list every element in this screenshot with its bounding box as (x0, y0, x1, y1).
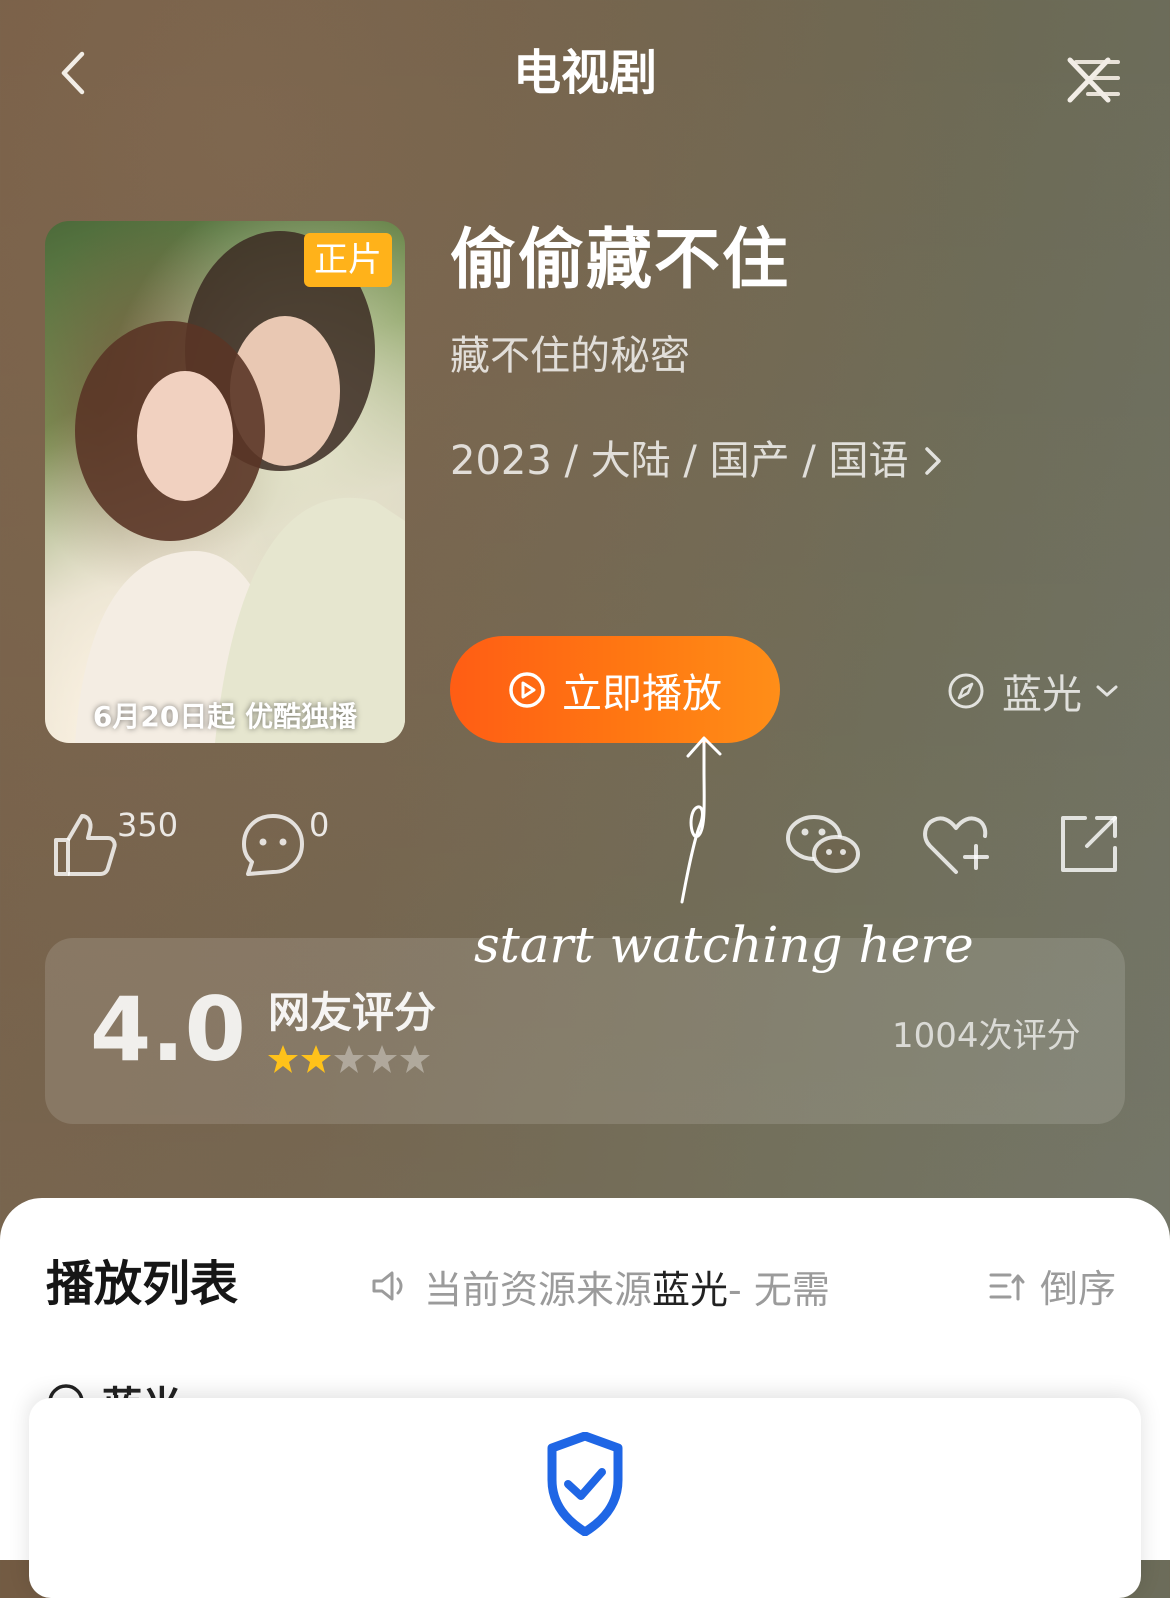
notice-source: 蓝光 (652, 1267, 729, 1312)
rating-score: 4.0 (90, 978, 246, 1081)
show-meta-text: 2023 / 大陆 / 国产 / 国语 (450, 438, 909, 484)
quality-label: 蓝光 (1002, 672, 1082, 718)
comment-icon[interactable] (240, 812, 306, 878)
poster-image[interactable]: 正片 6月20日起 优酷独播 (45, 221, 405, 743)
sort-label: 倒序 (1040, 1267, 1117, 1311)
sort-icon (989, 1273, 1025, 1300)
star-empty-icon (367, 1045, 397, 1073)
star-filled-icon (268, 1045, 298, 1073)
star-filled-icon (301, 1045, 331, 1073)
show-subtitle: 藏不住的秘密 (450, 333, 690, 379)
sort-button[interactable]: 倒序 (988, 1258, 1116, 1313)
close-icon[interactable] (1062, 52, 1124, 106)
star-empty-icon (400, 1045, 430, 1073)
notice-fade (860, 1258, 910, 1314)
rating-count: 1004次评分 (892, 1016, 1081, 1056)
play-now-button[interactable]: 立即播放 (450, 636, 780, 743)
favorite-add-icon[interactable] (922, 812, 992, 878)
show-meta-link[interactable]: 2023 / 大陆 / 国产 / 国语 (450, 435, 945, 487)
comment-count: 0 (309, 806, 330, 844)
chevron-right-icon (924, 447, 941, 475)
play-circle-icon (509, 671, 545, 708)
star-empty-icon (334, 1045, 364, 1073)
chevron-down-icon (1096, 685, 1118, 697)
compass-icon (948, 673, 984, 709)
quality-selector[interactable]: 蓝光 (946, 662, 1120, 720)
shield-check-icon (546, 1431, 624, 1537)
play-now-label: 立即播放 (562, 670, 722, 717)
thumbs-up-icon[interactable] (50, 810, 120, 880)
hand-drawn-arrow-icon (660, 730, 750, 910)
speaker-icon (372, 1271, 403, 1301)
poster-badge: 正片 (304, 233, 392, 287)
page-title: 电视剧 (512, 45, 657, 101)
rating-stars (267, 1043, 432, 1075)
like-count: 350 (117, 806, 179, 844)
poster-caption: 6月20日起 优酷独播 (92, 700, 358, 733)
share-icon[interactable] (1057, 812, 1121, 876)
rating-label: 网友评分 (268, 988, 437, 1037)
wechat-icon[interactable] (784, 812, 862, 878)
notice-suffix: - 无需 (728, 1267, 830, 1312)
notice-prefix: 当前资源来源 (424, 1267, 653, 1312)
show-title: 偷偷藏不住 (450, 221, 790, 298)
playlist-title: 播放列表 (46, 1256, 239, 1312)
source-notice: 当前资源来源 蓝光 - 无需 (370, 1258, 900, 1314)
